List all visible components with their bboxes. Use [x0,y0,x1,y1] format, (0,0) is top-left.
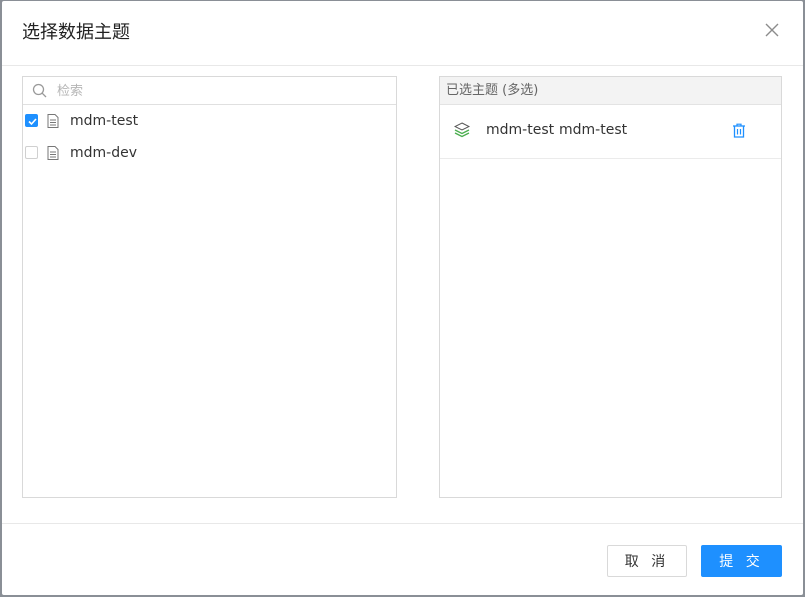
remove-selected-button[interactable] [732,123,746,142]
selected-item-alias: mdm-test [559,122,628,138]
topic-list-panel: mdm-test mdm-dev [22,76,397,498]
document-icon [47,114,59,128]
list-item-label: mdm-test [70,113,139,129]
check-icon [28,118,37,126]
search-bar [23,77,396,105]
search-icon [32,83,47,98]
dialog-header: 选择数据主题 [2,1,803,66]
selected-topics-panel: 已选主题 (多选) mdm-test mdm-test [439,76,782,498]
submit-button[interactable]: 提 交 [701,545,782,577]
checkbox-unchecked[interactable] [25,146,38,159]
cancel-button[interactable]: 取 消 [607,545,687,577]
checkbox-checked[interactable] [25,114,38,127]
list-item-mdm-dev[interactable]: mdm-dev [23,137,396,169]
list-item-label: mdm-dev [70,145,137,161]
select-topic-dialog: 选择数据主题 mdm-test [2,1,803,595]
dialog-title: 选择数据主题 [22,22,130,43]
selected-item-name: mdm-test [486,122,555,138]
trash-icon [733,123,745,138]
layers-icon [454,122,470,138]
document-icon [47,146,59,160]
selected-header: 已选主题 (多选) [440,77,781,105]
selected-item-row: mdm-test mdm-test [440,105,781,159]
list-item-mdm-test[interactable]: mdm-test [23,105,396,137]
close-icon [765,23,779,37]
dialog-footer: 取 消 提 交 [2,523,803,595]
search-input[interactable] [55,80,389,102]
close-button[interactable] [761,19,783,41]
